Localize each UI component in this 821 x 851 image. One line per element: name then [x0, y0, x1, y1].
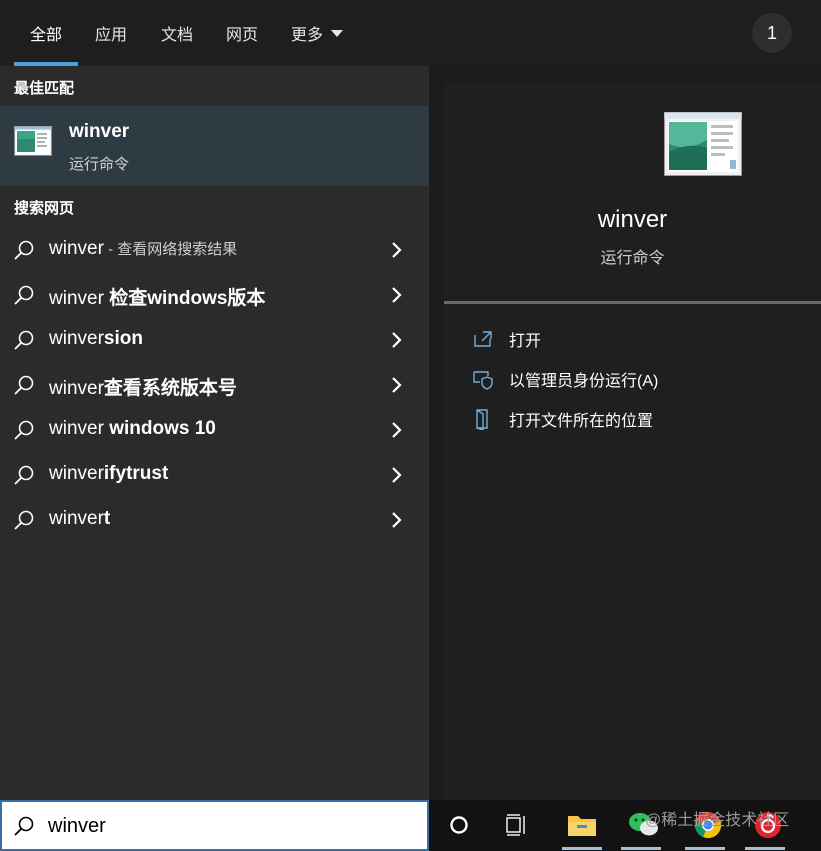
action-open[interactable]: 打开	[472, 327, 541, 351]
suggestion-prefix: winver	[49, 418, 110, 439]
chevron-right-icon[interactable]	[389, 509, 405, 531]
suggestion-prefix: winver	[49, 238, 104, 259]
suggestion-prefix: winver	[49, 288, 110, 309]
suggestion-text: winver查看系统版本号	[49, 373, 237, 400]
search-icon	[14, 816, 34, 836]
action-open-file-location-label: 打开文件所在的位置	[509, 413, 654, 430]
tab-all-label: 全部	[30, 27, 63, 44]
cortana-icon	[450, 816, 468, 834]
file-explorer-icon	[568, 816, 596, 836]
suggestion-completion: sion	[103, 328, 143, 349]
tab-documents-label: 文档	[161, 27, 194, 44]
web-suggestion-row[interactable]: winver 检查windows版本	[0, 272, 429, 317]
suggestion-prefix: winver	[49, 378, 104, 399]
best-match-subtitle: 运行命令	[69, 156, 130, 173]
action-run-as-admin-label: 以管理员身份运行(A)	[509, 373, 659, 390]
explorer-running-indicator	[562, 847, 602, 850]
suggestion-text: winversion	[49, 328, 143, 350]
detail-app-subtitle: 运行命令	[600, 250, 665, 267]
results-panel: 最佳匹配 winver 运行命令 搜索网页 winver - 查看网络搜索结果 w…	[0, 66, 429, 800]
search-icon	[14, 375, 34, 395]
search-icon	[14, 465, 34, 485]
search-icon	[14, 420, 34, 440]
web-suggestion-row[interactable]: winver windows 10	[0, 407, 429, 452]
best-match-name: winver	[69, 121, 130, 142]
suggestion-completion: - 查看网络搜索结果	[103, 241, 238, 258]
suggestion-completion: ifytrust	[103, 463, 169, 484]
chevron-right-icon[interactable]	[389, 239, 405, 261]
chevron-right-icon[interactable]	[389, 374, 405, 396]
tab-documents[interactable]: 文档	[161, 0, 193, 66]
tab-web-label: 网页	[226, 27, 259, 44]
suggestion-completion: 检查windows版本	[109, 288, 266, 309]
suggestion-completion: 查看系统版本号	[103, 378, 237, 399]
detail-app-name: winver	[597, 206, 668, 233]
winver-app-icon	[14, 126, 52, 156]
search-icon	[14, 510, 34, 530]
cortana-button[interactable]	[442, 808, 476, 842]
task-view-button[interactable]	[501, 808, 535, 842]
shield-icon	[473, 371, 493, 390]
tab-apps-label: 应用	[95, 27, 128, 44]
best-match-item[interactable]: winver 运行命令	[0, 106, 429, 186]
suggestion-prefix: winver	[49, 508, 104, 529]
wechat-running-indicator	[621, 847, 661, 850]
file-location-icon	[476, 409, 488, 430]
best-match-heading: 最佳匹配	[14, 80, 75, 97]
badge-count: 1	[766, 22, 777, 43]
search-icon	[14, 240, 34, 260]
search-input[interactable]	[48, 810, 408, 842]
suggestion-text: winver - 查看网络搜索结果	[49, 238, 237, 260]
rewards-badge[interactable]: 1	[752, 13, 792, 53]
suggestion-prefix: winver	[49, 463, 104, 484]
filter-tab-bar: 全部 应用 文档 网页 更多 1	[0, 0, 821, 66]
suggestion-prefix: winver	[49, 328, 104, 349]
chevron-right-icon[interactable]	[389, 464, 405, 486]
winver-large-icon	[664, 112, 742, 176]
chevron-down-icon	[331, 29, 344, 37]
web-search-heading: 搜索网页	[14, 200, 75, 217]
action-open-label: 打开	[509, 333, 542, 350]
search-box[interactable]	[0, 800, 429, 851]
task-view-icon	[506, 814, 525, 836]
tab-web[interactable]: 网页	[226, 0, 258, 66]
action-open-file-location[interactable]: 打开文件所在的位置	[472, 407, 653, 431]
suggestion-completion: windows 10	[109, 418, 216, 439]
watermark-text: @稀土掘金技术社区	[645, 812, 790, 829]
suggestion-text: winverifytrust	[49, 463, 168, 485]
web-suggestion-row[interactable]: winver查看系统版本号	[0, 362, 429, 407]
tab-all[interactable]: 全部	[30, 0, 62, 66]
detail-divider	[444, 301, 821, 304]
netease-running-indicator	[745, 847, 785, 850]
chrome-running-indicator	[685, 847, 725, 850]
detail-panel: winver 运行命令 打开 以管理员身份运行(A) 打开文件所在的位置	[444, 82, 821, 800]
file-explorer-button[interactable]	[565, 808, 599, 842]
suggestion-completion: t	[103, 508, 111, 529]
action-run-as-admin[interactable]: 以管理员身份运行(A)	[472, 367, 658, 391]
open-icon	[474, 331, 492, 347]
suggestion-text: winver windows 10	[49, 418, 216, 440]
tab-apps[interactable]: 应用	[95, 0, 127, 66]
suggestion-text: winver 检查windows版本	[49, 283, 265, 310]
web-suggestion-row[interactable]: winverifytrust	[0, 452, 429, 497]
chevron-right-icon[interactable]	[389, 419, 405, 441]
suggestion-text: winvert	[49, 508, 110, 530]
web-suggestion-row[interactable]: winversion	[0, 317, 429, 362]
web-suggestion-row[interactable]: winvert	[0, 497, 429, 542]
chevron-right-icon[interactable]	[389, 284, 405, 306]
web-suggestion-row[interactable]: winver - 查看网络搜索结果	[0, 227, 429, 272]
chevron-right-icon[interactable]	[389, 329, 405, 351]
tab-more[interactable]: 更多	[291, 0, 344, 66]
search-icon	[14, 285, 34, 305]
tab-more-label: 更多	[291, 27, 324, 44]
search-icon	[14, 330, 34, 350]
